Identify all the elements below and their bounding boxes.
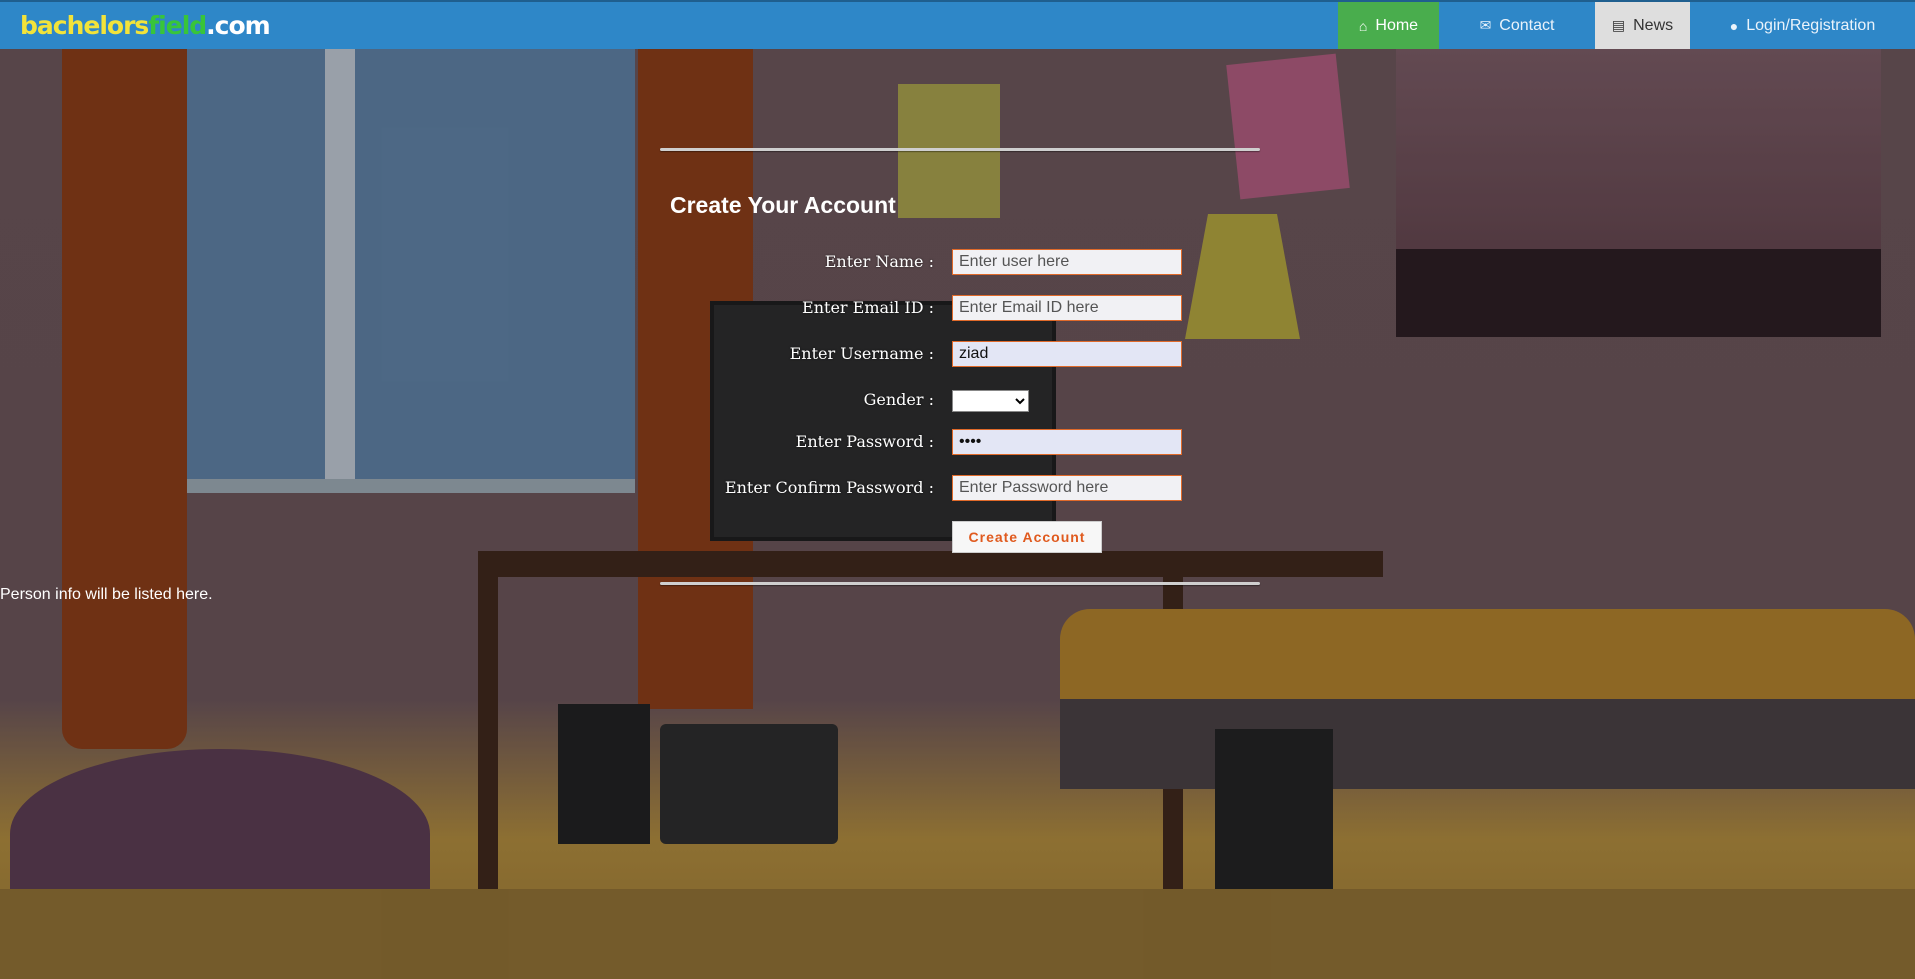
site-logo[interactable]: bachelorsfield.com	[20, 11, 271, 40]
confirm-password-label: Enter Confirm Password :	[724, 478, 934, 497]
name-input[interactable]	[952, 249, 1182, 275]
form-top-divider	[660, 148, 1260, 151]
nav-home-label: Home	[1375, 16, 1419, 34]
email-input[interactable]	[952, 295, 1182, 321]
logo-part-field: field	[148, 11, 207, 40]
background-dim-overlay	[0, 49, 1915, 979]
email-row: Enter Email ID :	[660, 294, 1182, 322]
gender-label: Gender :	[863, 390, 934, 409]
username-label: Enter Username :	[789, 344, 934, 363]
envelope-icon: ✉	[1479, 17, 1492, 33]
form-bottom-divider	[660, 582, 1260, 585]
username-input[interactable]	[952, 341, 1182, 367]
home-icon: ⌂	[1358, 17, 1368, 34]
name-row: Enter Name :	[660, 248, 1182, 276]
gender-row: Gender :	[660, 386, 1180, 414]
nav-news-label: News	[1633, 16, 1674, 34]
email-label: Enter Email ID :	[802, 298, 934, 317]
nav-home[interactable]: ⌂ Home	[1338, 2, 1439, 49]
nav-login-registration[interactable]: ● Login/Registration	[1690, 2, 1915, 49]
create-account-button[interactable]: Create Account	[952, 521, 1102, 553]
nav-login-label: Login/Registration	[1746, 16, 1876, 34]
form-title: Create Your Account	[670, 192, 896, 218]
person-info-text: Person info will be listed here.	[0, 586, 213, 603]
nav-contact-label: Contact	[1499, 16, 1555, 34]
password-input[interactable]	[952, 429, 1182, 455]
newspaper-icon: ▤	[1611, 17, 1626, 33]
gender-select[interactable]	[952, 390, 1029, 412]
top-navbar: bachelorsfield.com ⌂ Home ✉ Contact ▤ Ne…	[0, 0, 1915, 49]
logo-part-bachelors: bachelors	[20, 11, 149, 40]
nav-contact[interactable]: ✉ Contact	[1439, 2, 1595, 49]
confirm-password-row: Enter Confirm Password :	[660, 474, 1182, 502]
logo-part-com: .com	[206, 11, 271, 40]
name-label: Enter Name :	[824, 252, 934, 271]
nav-menu: ⌂ Home ✉ Contact ▤ News ● Login/Registra…	[1338, 2, 1915, 49]
nav-news[interactable]: ▤ News	[1595, 2, 1690, 49]
user-icon: ●	[1729, 17, 1739, 34]
password-row: Enter Password :	[660, 428, 1182, 456]
password-label: Enter Password :	[795, 432, 934, 451]
confirm-password-input[interactable]	[952, 475, 1182, 501]
username-row: Enter Username :	[660, 340, 1182, 368]
